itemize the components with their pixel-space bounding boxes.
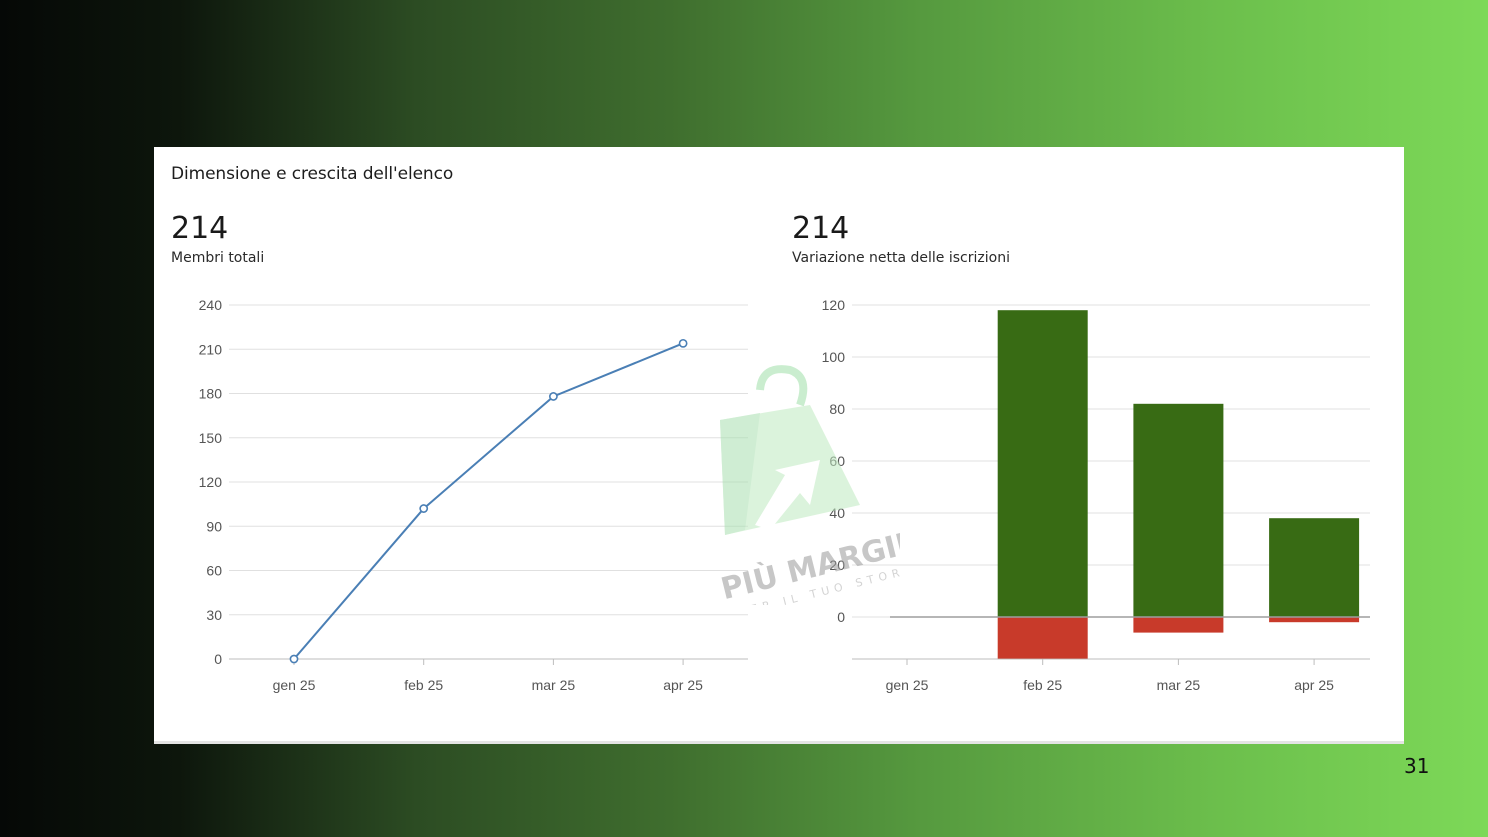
bar-loss [1269, 617, 1360, 623]
bar-loss [997, 617, 1088, 659]
bar-gain [1133, 403, 1224, 617]
watermark-logo: PIÙ MARGINI PER IL TUO STORE [717, 365, 900, 605]
bar-gain [997, 310, 1088, 617]
x-tick-label: gen 25 [886, 677, 929, 693]
y-tick-label: 0 [837, 609, 845, 625]
y-tick-label: 120 [822, 297, 846, 313]
page-number: 31 [1404, 754, 1430, 778]
x-tick-label: mar 25 [1157, 677, 1201, 693]
x-tick-label: feb 25 [1023, 677, 1062, 693]
y-tick-label: 100 [822, 349, 846, 365]
bar-loss [1133, 617, 1224, 633]
bar-gain [1269, 518, 1360, 617]
x-tick-label: apr 25 [1294, 677, 1334, 693]
